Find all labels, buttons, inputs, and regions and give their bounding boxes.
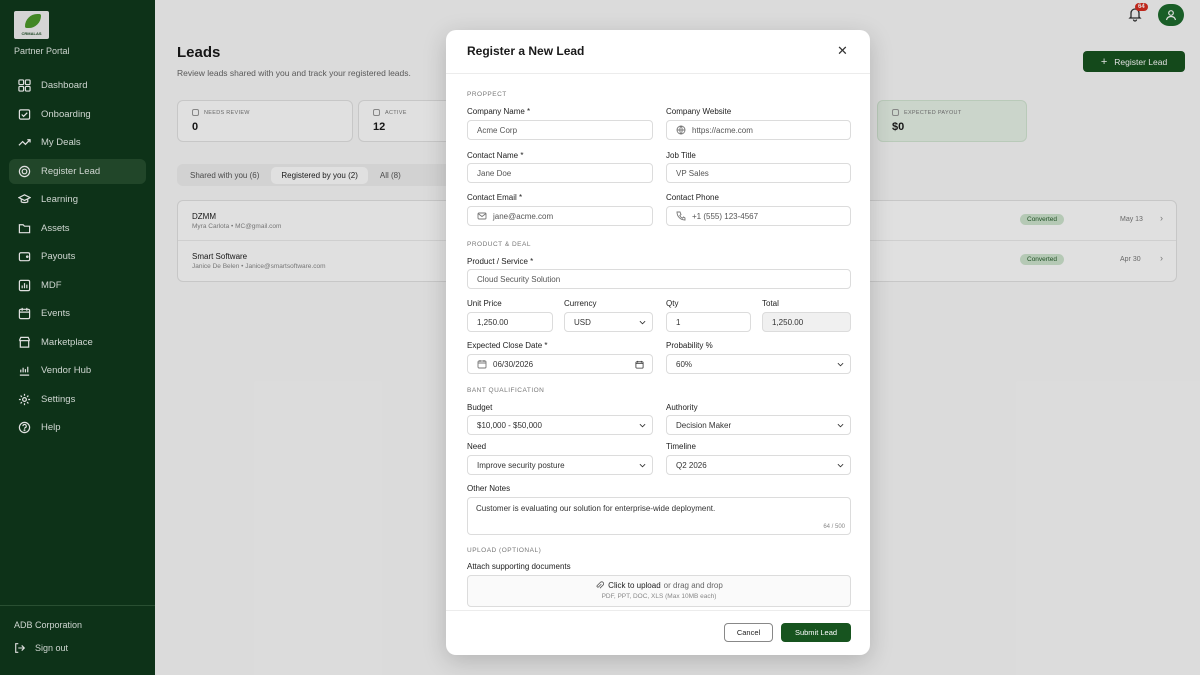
chevron-down-icon [837,423,844,428]
chevron-down-icon [639,463,646,468]
chevron-down-icon [837,463,844,468]
chevron-down-icon [837,362,844,367]
probability-select[interactable]: 60% [666,354,851,374]
company-name-label: Company Name * [467,107,531,116]
authority-select[interactable]: Decision Maker [666,415,851,435]
contact-phone-label: Contact Phone [666,193,719,202]
close-date-label: Expected Close Date * [467,341,548,350]
section-upload: UPLOAD (OPTIONAL) [467,547,542,554]
need-label: Need [467,442,487,451]
authority-label: Authority [666,403,698,412]
budget-select[interactable]: $10,000 - $50,000 [467,415,653,435]
modal-title: Register a New Lead [467,44,585,58]
other-notes-textarea[interactable]: Customer is evaluating our solution for … [467,497,851,535]
cancel-button[interactable]: Cancel [724,623,773,642]
divider [446,73,870,74]
submit-lead-button[interactable]: Submit Lead [781,623,851,642]
date-picker-icon[interactable] [635,360,644,369]
upload-hint: PDF, PPT, DOC, XLS (Max 10MB each) [601,593,717,600]
product-input[interactable]: Cloud Security Solution [467,269,851,289]
probability-label: Probability % [666,341,713,350]
character-counter: 64 / 500 [823,524,845,530]
upload-label: Attach supporting documents [467,562,571,571]
calendar-icon [477,360,487,369]
other-notes-label: Other Notes [467,484,511,493]
timeline-label: Timeline [666,442,696,451]
company-website-label: Company Website [666,107,732,116]
upload-drag-text: or drag and drop [663,581,723,590]
paperclip-icon [596,581,605,589]
register-lead-modal: Register a New Lead ✕ PROPPECT Company N… [446,30,870,655]
company-name-input[interactable]: Acme Corp [467,120,653,140]
contact-name-input[interactable]: Jane Doe [467,163,653,183]
chevron-down-icon [639,423,646,428]
currency-select[interactable]: USD [564,312,653,332]
file-upload-dropzone[interactable]: Click to upload or drag and drop PDF, PP… [467,575,851,607]
total-label: Total [762,299,779,308]
contact-name-label: Contact Name * [467,151,524,160]
unit-price-input[interactable]: 1,250.00 [467,312,553,332]
job-title-input[interactable]: VP Sales [666,163,851,183]
product-label: Product / Service * [467,257,534,266]
section-bant: BANT QUALIFICATION [467,387,545,394]
section-prospect: PROPPECT [467,91,507,98]
unit-price-label: Unit Price [467,299,502,308]
contact-email-label: Contact Email * [467,193,523,202]
contact-email-input[interactable]: jane@acme.com [467,206,653,226]
job-title-label: Job Title [666,151,696,160]
close-icon[interactable]: ✕ [837,43,848,59]
contact-phone-input[interactable]: +1 (555) 123-4567 [666,206,851,226]
section-product: PRODUCT & DEAL [467,241,531,248]
phone-icon [676,211,686,221]
mail-icon [477,212,487,220]
close-date-input[interactable]: 06/30/2026 [467,354,653,374]
divider [446,610,870,611]
total-field: 1,250.00 [762,312,851,332]
currency-label: Currency [564,299,597,308]
chevron-down-icon [639,320,646,325]
globe-icon [676,125,686,135]
need-select[interactable]: Improve security posture [467,455,653,475]
qty-label: Qty [666,299,679,308]
qty-input[interactable]: 1 [666,312,751,332]
company-website-input[interactable]: https://acme.com [666,120,851,140]
upload-click-text[interactable]: Click to upload [608,581,660,590]
budget-label: Budget [467,403,493,412]
timeline-select[interactable]: Q2 2026 [666,455,851,475]
